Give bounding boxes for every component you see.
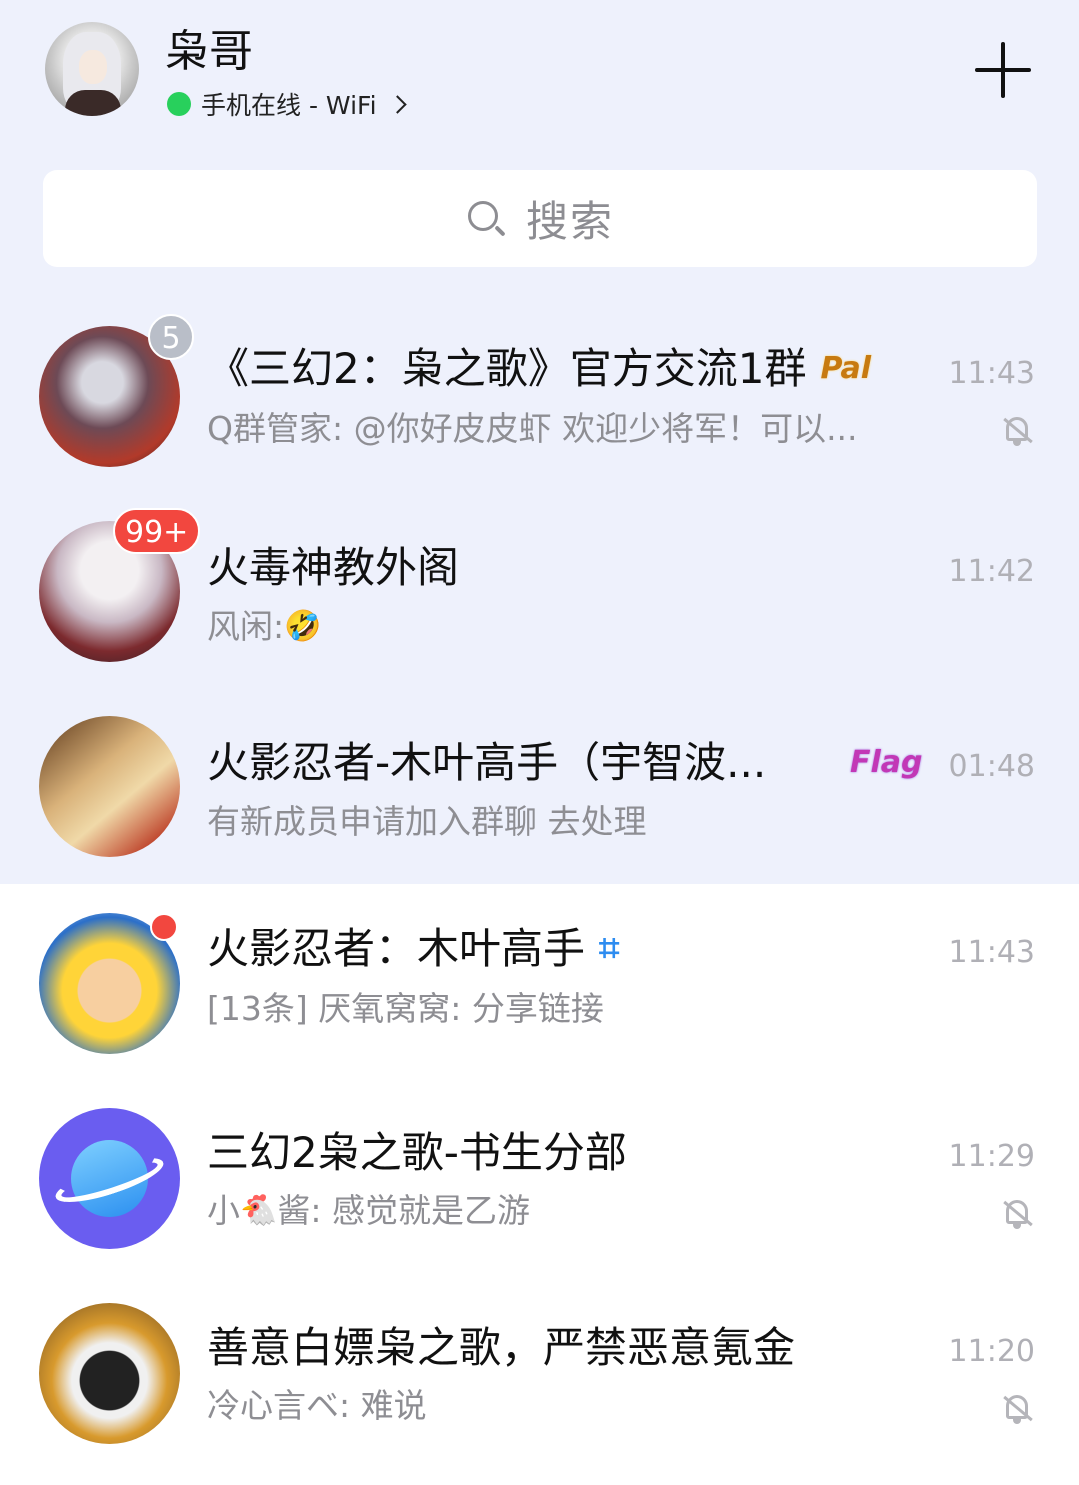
unread-badge: 5 (148, 314, 194, 360)
chat-preview: 小 🐔 酱: 感觉就是乙游 (207, 1189, 530, 1233)
mute-icon (1002, 415, 1033, 447)
pal-tag-icon: Pal (820, 351, 872, 386)
chat-row[interactable]: 火影忍者：木叶高手 ⌗ 11:43 [13条] 厌氧窝窝: 分享链接 (0, 885, 1079, 1080)
mute-icon (1002, 1198, 1033, 1230)
search-icon (466, 199, 506, 239)
search-placeholder: 搜索 (525, 197, 614, 246)
chat-avatar[interactable] (39, 716, 180, 857)
chat-row[interactable]: 5 《三幻2：枭之歌》官方交流1群 Pal 11:43 Q群管家: @你好皮皮虾… (0, 300, 1079, 495)
plus-icon[interactable] (975, 42, 1031, 98)
chat-preview: [13条] 厌氧窝窝: 分享链接 (207, 989, 604, 1028)
laughing-emoji-icon: 🤣 (284, 609, 322, 644)
chat-time: 11:29 (948, 1139, 1035, 1174)
flag-tag-icon: Flag (850, 745, 923, 780)
chat-title: 三幻2枭之歌-书生分部 (207, 1128, 627, 1177)
chat-row[interactable]: 99+ 火毒神教外阁 11:42 风闲: 🤣 (0, 495, 1079, 690)
mute-icon (1002, 1393, 1033, 1425)
chat-row[interactable]: 三幻2枭之歌-书生分部 11:29 小 🐔 酱: 感觉就是乙游 (0, 1080, 1079, 1275)
user-name[interactable]: 枭哥 (165, 26, 253, 78)
chevron-right-icon (387, 94, 407, 114)
chat-avatar[interactable] (39, 1108, 180, 1249)
chat-preview: 风闲: 🤣 (207, 605, 321, 649)
online-status[interactable]: 手机在线 - WiFi (167, 88, 407, 120)
unread-dot (150, 913, 178, 941)
chat-title: 火影忍者-木叶高手（宇智波... (207, 738, 767, 787)
online-dot-icon (167, 92, 191, 116)
user-avatar[interactable] (45, 22, 139, 116)
search-bar[interactable]: 搜索 (43, 170, 1037, 267)
chat-time: 11:43 (948, 356, 1035, 391)
chat-row[interactable]: 善意白嫖枭之歌，严禁恶意氪金 11:20 冷心言ベ: 难说 (0, 1275, 1079, 1470)
chat-preview: 冷心言ベ: 难说 (207, 1386, 427, 1425)
chat-time: 11:42 (948, 554, 1035, 589)
chat-time: 01:48 (948, 749, 1035, 784)
status-text: 手机在线 - WiFi (201, 91, 377, 120)
chat-title: 《三幻2：枭之歌》官方交流1群 Pal (207, 344, 872, 393)
chat-title: 善意白嫖枭之歌，严禁恶意氪金 (207, 1323, 796, 1372)
chat-time: 11:43 (948, 935, 1035, 970)
chat-preview: Q群管家: @你好皮皮虾 欢迎少将军！可以... (207, 409, 858, 448)
unread-badge: 99+ (113, 508, 201, 554)
chat-title: 火毒神教外阁 (207, 543, 460, 592)
chat-time: 11:20 (948, 1334, 1035, 1369)
chat-preview: 有新成员申请加入群聊 去处理 (207, 802, 647, 841)
chat-avatar[interactable] (39, 1303, 180, 1444)
channel-hash-icon: ⌗ (599, 928, 620, 969)
chat-row[interactable]: 火影忍者-木叶高手（宇智波... Flag 01:48 有新成员申请加入群聊 去… (0, 690, 1079, 885)
chat-title: 火影忍者：木叶高手 ⌗ (207, 924, 620, 973)
chicken-emoji-icon: 🐔 (240, 1193, 278, 1228)
